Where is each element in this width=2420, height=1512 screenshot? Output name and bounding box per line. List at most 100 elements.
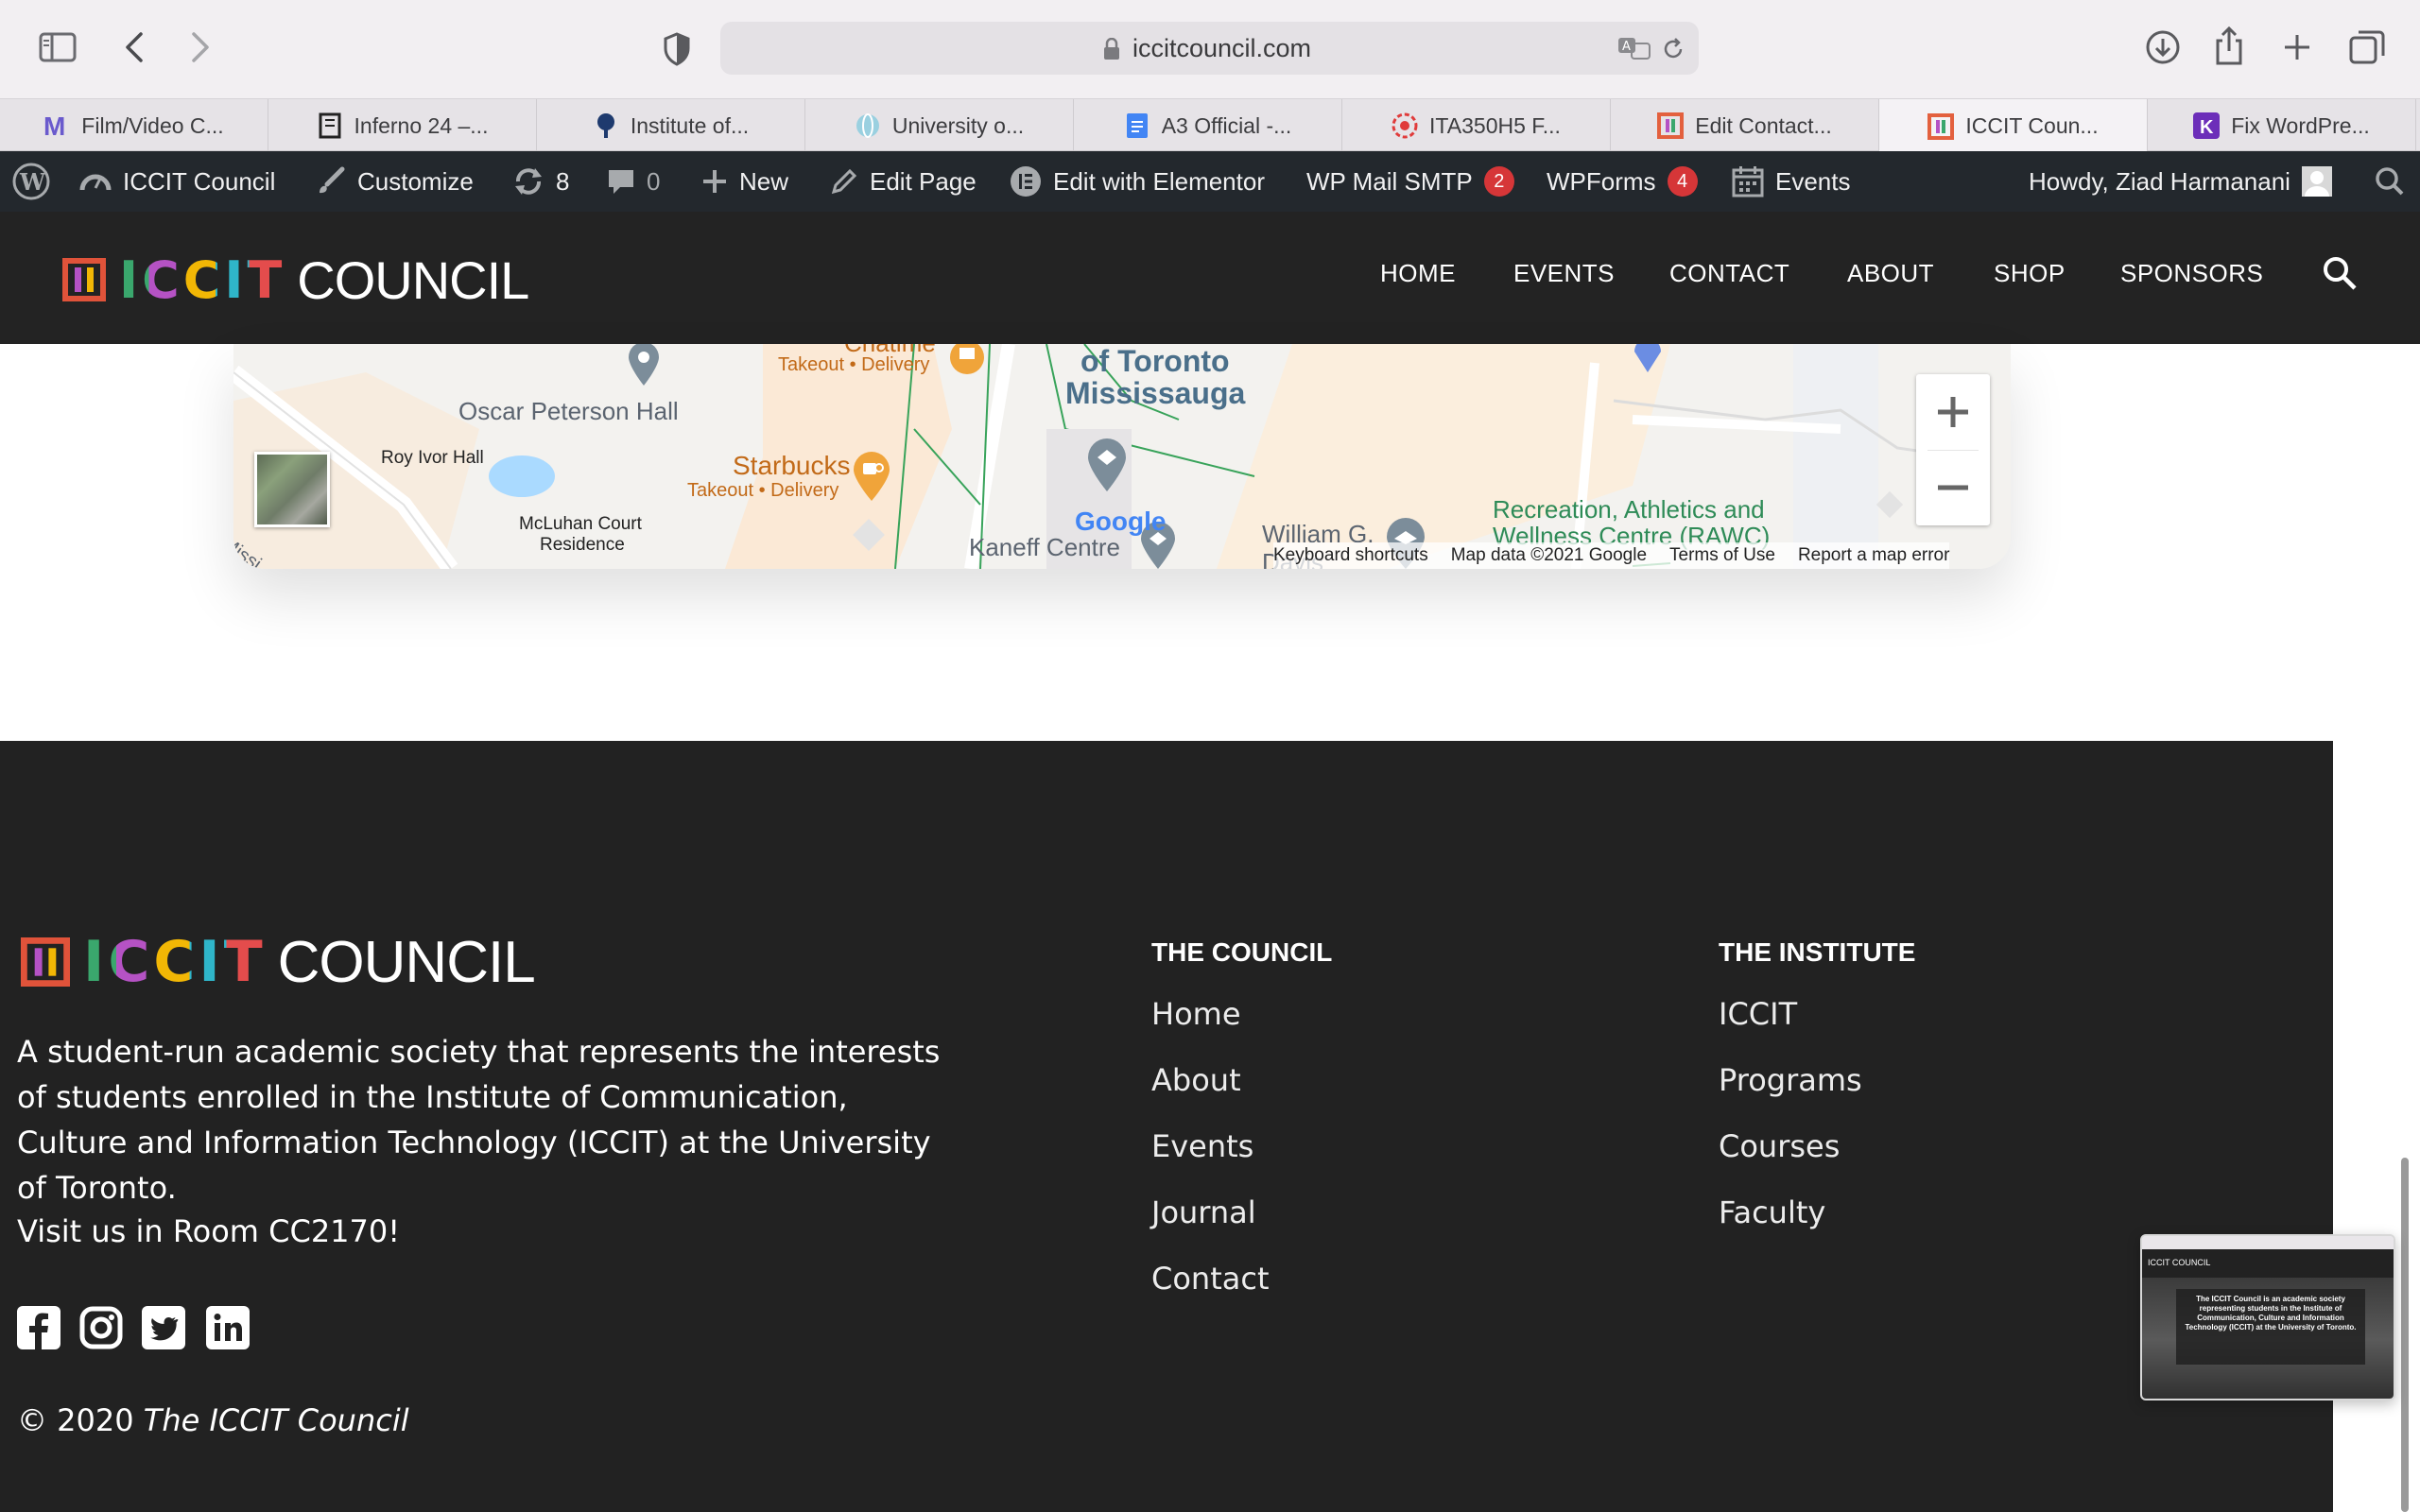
- university-pin-icon: [1634, 344, 1661, 372]
- wp-site-name[interactable]: ICCIT Council: [79, 151, 275, 212]
- nav-contact[interactable]: CONTACT: [1669, 259, 1789, 288]
- facebook-icon[interactable]: [17, 1306, 60, 1349]
- map-data-text: Map data ©2021 Google: [1450, 545, 1648, 565]
- avatar: [2301, 166, 2332, 197]
- iccit-logo-mark: [21, 937, 70, 987]
- wp-comments[interactable]: 0: [607, 151, 660, 212]
- reload-icon[interactable]: [1661, 37, 1685, 61]
- nav-home[interactable]: HOME: [1380, 259, 1456, 288]
- tab-4[interactable]: A3 Official -...: [1074, 99, 1342, 152]
- tab-2[interactable]: Institute of...: [537, 99, 805, 152]
- wp-wpforms[interactable]: WPForms 4: [1547, 151, 1698, 212]
- tab-1[interactable]: Inferno 24 –...: [268, 99, 537, 152]
- svg-text:W: W: [19, 168, 46, 196]
- tab-7[interactable]: ICCIT Coun...: [1879, 99, 2148, 153]
- m-logo-icon: M: [43, 112, 70, 139]
- wp-my-account[interactable]: Howdy, Ziad Harmanani: [2029, 151, 2332, 212]
- paintbrush-icon: [320, 166, 345, 194]
- svg-text:A: A: [1622, 40, 1631, 54]
- tab-label: ICCIT Coun...: [1965, 113, 2099, 138]
- report-error-link[interactable]: Report a map error: [1798, 545, 1950, 566]
- back-icon[interactable]: [119, 30, 149, 64]
- footer-link-contact[interactable]: Contact: [1151, 1261, 1270, 1297]
- footer-link-courses[interactable]: Courses: [1719, 1128, 1840, 1164]
- wp-edit-page[interactable]: Edit Page: [830, 151, 977, 212]
- svg-text:K: K: [2200, 117, 2214, 138]
- footer-link-faculty[interactable]: Faculty: [1719, 1194, 1825, 1230]
- wp-search-icon[interactable]: [2375, 151, 2416, 212]
- tab-label: A3 Official -...: [1161, 112, 1292, 138]
- twitter-icon[interactable]: [142, 1306, 185, 1349]
- gear-red-icon: [1392, 112, 1418, 139]
- footer-link-programs[interactable]: Programs: [1719, 1062, 1862, 1098]
- site-search-icon[interactable]: [2322, 255, 2358, 291]
- footer-link-iccit[interactable]: ICCIT: [1719, 996, 1797, 1032]
- translate-icon[interactable]: A: [1617, 35, 1651, 61]
- instagram-icon[interactable]: [79, 1306, 123, 1349]
- map-label-takeout: Takeout • Delivery: [778, 354, 930, 375]
- address-bar[interactable]: iccitcouncil.com A: [720, 22, 1699, 75]
- preview-header: ICCIT COUNCIL: [2142, 1249, 2394, 1278]
- footer-link-journal[interactable]: Journal: [1151, 1194, 1256, 1230]
- google-map[interactable]: of Toronto Mississauga Oscar Peterson Ha…: [233, 344, 2011, 569]
- tab-3[interactable]: University o...: [805, 99, 1074, 152]
- footer-about-text: A student-run academic society that repr…: [17, 1034, 941, 1206]
- keyboard-shortcuts-link[interactable]: Keyboard shortcuts: [1273, 545, 1428, 566]
- nav-sponsors[interactable]: SPONSORS: [2120, 259, 2263, 288]
- tab-label: ITA350H5 F...: [1429, 112, 1561, 138]
- tab-5[interactable]: ITA350H5 F...: [1342, 99, 1611, 152]
- page-preview-thumbnail[interactable]: ICCIT COUNCIL The ICCIT Council is an ac…: [2140, 1234, 2395, 1400]
- wp-updates[interactable]: 8: [512, 151, 569, 212]
- starbucks-pin-icon: [854, 452, 890, 501]
- wp-mail-smtp[interactable]: WP Mail SMTP 2: [1306, 151, 1514, 212]
- wp-customize[interactable]: Customize: [316, 151, 474, 212]
- nav-events[interactable]: EVENTS: [1513, 259, 1615, 288]
- docs-icon: [1124, 112, 1150, 139]
- wp-admin-bar: W ICCIT Council Customize 8 0 New Edit P…: [0, 151, 2420, 212]
- tab-8[interactable]: K Fix WordPre...: [2148, 99, 2416, 152]
- wordpress-logo-icon[interactable]: W: [11, 151, 62, 212]
- wp-edit-elementor[interactable]: Edit with Elementor: [1010, 151, 1265, 212]
- map-label-roy: Roy Ivor Hall: [381, 448, 484, 468]
- content-area: of Toronto Mississauga Oscar Peterson Ha…: [0, 344, 2420, 741]
- copyright-text: © 2020 The ICCIT Council: [17, 1402, 409, 1438]
- map-label-oscar: Oscar Peterson Hall: [458, 397, 679, 425]
- terms-link[interactable]: Terms of Use: [1669, 545, 1775, 566]
- map-label-takeout: Takeout • Delivery: [687, 480, 839, 501]
- iccit-icon: [1657, 112, 1685, 139]
- browser-toolbar: iccitcouncil.com A: [0, 0, 2420, 98]
- map-label-mcluhan: McLuhan Court: [519, 514, 642, 534]
- svg-text:M: M: [43, 112, 65, 139]
- map-label-uni: of Toronto: [1080, 344, 1230, 378]
- page-scrollbar[interactable]: [2401, 1158, 2409, 1512]
- tab-label: Edit Contact...: [1695, 112, 1832, 138]
- zoom-in-button[interactable]: [1916, 374, 1990, 450]
- new-tab-icon[interactable]: [2280, 30, 2314, 64]
- sidebar-toggle-icon[interactable]: [38, 30, 78, 64]
- zoom-out-button[interactable]: [1916, 450, 1990, 525]
- privacy-shield-icon[interactable]: [662, 30, 692, 68]
- nav-about[interactable]: ABOUT: [1847, 259, 1934, 288]
- nav-shop[interactable]: SHOP: [1994, 259, 2066, 288]
- satellite-thumb[interactable]: [254, 452, 330, 527]
- footer-logo[interactable]: ICCIT COUNCIL: [21, 929, 536, 995]
- logo-block-text: ICCIT: [119, 249, 286, 310]
- wp-events[interactable]: Events: [1732, 151, 1851, 212]
- footer-link-about[interactable]: About: [1151, 1062, 1241, 1098]
- footer-link-events[interactable]: Events: [1151, 1128, 1253, 1164]
- tab-label: Institute of...: [630, 112, 750, 138]
- footer-link-home[interactable]: Home: [1151, 996, 1241, 1032]
- institute-heading: THE INSTITUTE: [1719, 937, 1916, 967]
- copyright-name: The ICCIT Council: [143, 1402, 409, 1438]
- forward-icon[interactable]: [185, 30, 216, 64]
- wp-new[interactable]: New: [701, 151, 788, 212]
- map-label-rawc: Recreation, Athletics and: [1493, 495, 1765, 524]
- linkedin-icon[interactable]: [206, 1306, 250, 1349]
- tab-0[interactable]: M Film/Video C...: [0, 99, 268, 152]
- tab-overview-icon[interactable]: [2348, 28, 2386, 66]
- downloads-icon[interactable]: [2144, 28, 2182, 66]
- share-icon[interactable]: [2212, 25, 2246, 66]
- tab-6[interactable]: Edit Contact...: [1611, 99, 1879, 152]
- site-logo[interactable]: ICCIT COUNCIL: [62, 249, 529, 310]
- book-icon: [317, 112, 343, 139]
